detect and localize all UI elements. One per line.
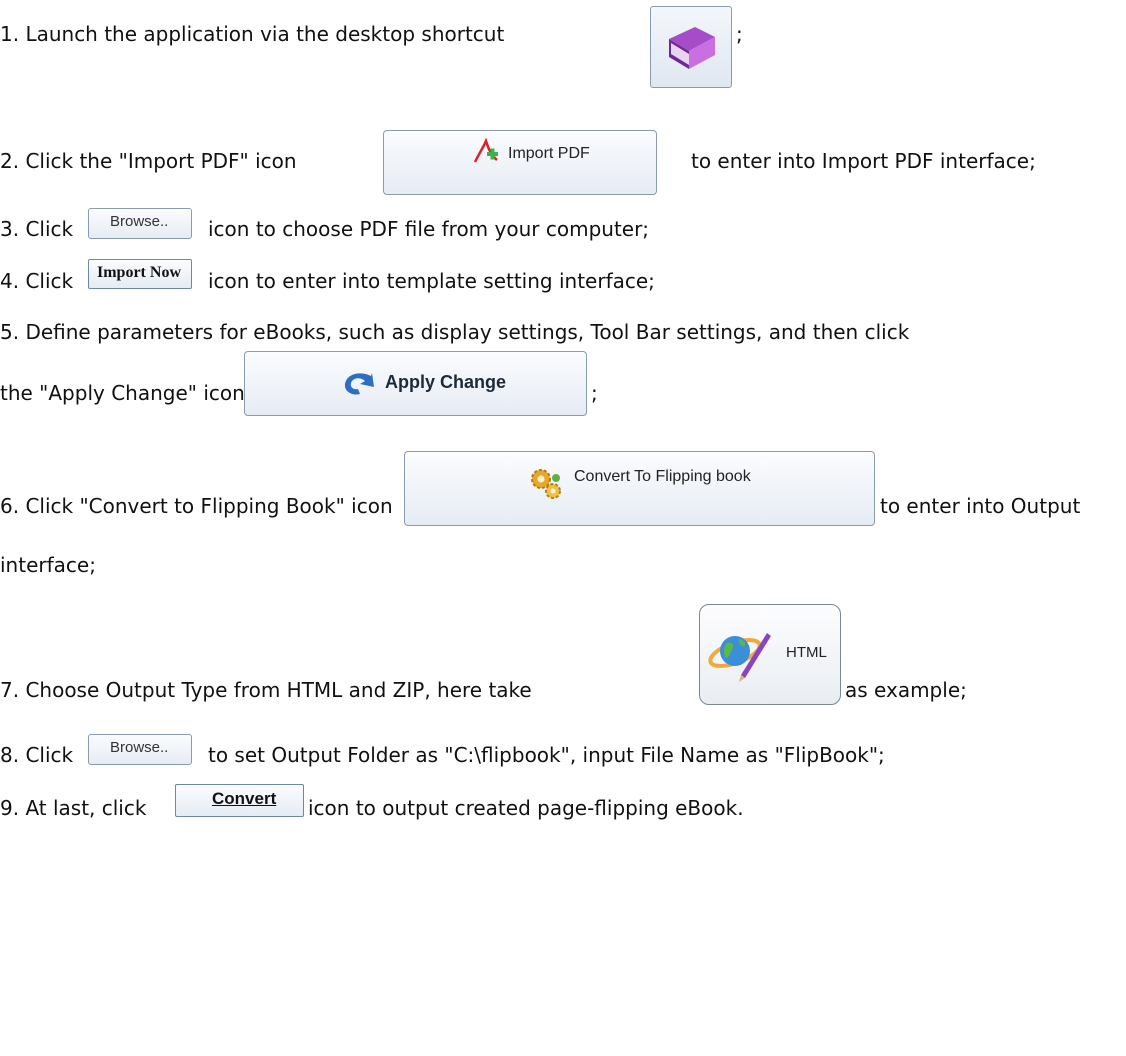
step-7-suffix: as example; (845, 678, 967, 702)
step-5-suffix: ; (591, 381, 598, 405)
book-icon (669, 27, 715, 69)
step-2-text: 2. Click the "Import PDF" icon (0, 149, 297, 173)
browse-button[interactable]: Browse.. (88, 208, 192, 239)
step-1-text: 1. Launch the application via the deskto… (0, 22, 505, 46)
step-4-text: 4. Click (0, 269, 74, 293)
step-3-text: 3. Click (0, 217, 74, 241)
convert-label: Convert (212, 789, 277, 808)
convert-to-flipping-book-button[interactable]: Convert To Flipping book (404, 451, 875, 526)
step-6-text: 6. Click "Convert to Flipping Book" icon (0, 494, 393, 518)
step-9-suffix: icon to output created page-flipping eBo… (308, 796, 744, 820)
step-8-text: 8. Click (0, 743, 74, 767)
gears-icon (531, 469, 561, 499)
step-9-text: 9. At last, click (0, 796, 147, 820)
step-5-text: 5. Define parameters for eBooks, such as… (0, 320, 910, 344)
html-output-button[interactable]: HTML (699, 604, 841, 705)
import-pdf-button[interactable]: Import PDF (383, 130, 657, 195)
refresh-arrow-icon (344, 373, 374, 395)
convert-to-flipping-book-label: Convert To Flipping book (574, 468, 751, 485)
import-now-label: Import Now (97, 264, 181, 281)
step-6-continued: interface; (0, 553, 96, 577)
step-8-suffix: to set Output Folder as "C:\flipbook", i… (208, 743, 885, 767)
output-browse-button[interactable]: Browse.. (88, 734, 192, 765)
import-now-button[interactable]: Import Now (88, 259, 192, 289)
html-output-label: HTML (786, 644, 827, 661)
step-5-text-2: the "Apply Change" icon (0, 381, 245, 405)
desktop-shortcut-button[interactable] (650, 6, 732, 88)
convert-button[interactable]: Convert (175, 784, 304, 817)
step-4-suffix: icon to enter into template setting inte… (208, 269, 655, 293)
step-2-suffix: to enter into Import PDF interface; (691, 149, 1036, 173)
step-6-suffix: to enter into Output (880, 494, 1081, 518)
output-browse-label: Browse.. (110, 739, 169, 756)
apply-change-label: Apply Change (385, 372, 507, 392)
step-3-suffix: icon to choose PDF file from your comput… (208, 217, 650, 241)
import-pdf-label: Import PDF (508, 145, 590, 162)
step-1-suffix: ; (736, 22, 743, 46)
apply-change-button[interactable]: Apply Change (244, 351, 587, 416)
globe-pen-icon (708, 633, 771, 682)
browse-label: Browse.. (110, 213, 169, 230)
pdf-add-icon (473, 138, 498, 163)
step-7-text: 7. Choose Output Type from HTML and ZIP,… (0, 678, 532, 702)
